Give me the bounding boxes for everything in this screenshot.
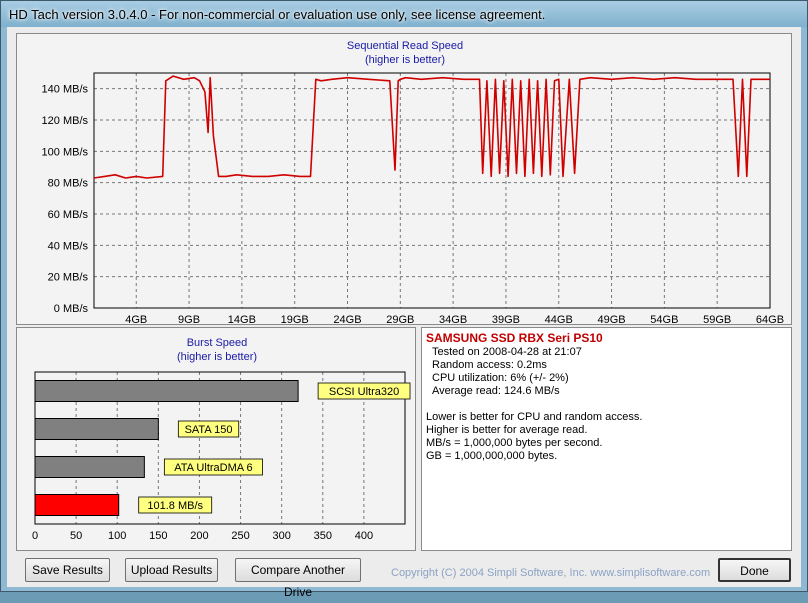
- sequential-read-chart: 0 MB/s 20 MB/s 40 MB/s 60 MB/s 80 MB/s 100 MB…: [42, 72, 784, 326]
- sequential-x-tick-label: 14GB: [228, 314, 256, 326]
- note-cpu-random: Lower is better for CPU and random acces…: [426, 411, 643, 423]
- save-results-button[interactable]: Save Results: [25, 558, 110, 582]
- sequential-x-tick-label: 9GB: [178, 314, 200, 326]
- upload-results-button[interactable]: Upload Results: [125, 558, 218, 582]
- burst-x-tick-label: 400: [355, 530, 373, 542]
- random-access-text: Random access: 0.2ms: [432, 359, 547, 371]
- sequential-x-tick-label: 34GB: [439, 314, 467, 326]
- burst-bar: [34, 456, 145, 478]
- drive-name: SAMSUNG SSD RBX Seri PS10: [426, 331, 603, 345]
- burst-x-tick-label: 200: [190, 530, 208, 542]
- sequential-x-tick-label: 59GB: [703, 314, 731, 326]
- sequential-y-tick-label: 60 MB/s: [48, 209, 89, 221]
- burst-x-tick-label: 50: [70, 530, 82, 542]
- burst-x-tick-label: 100: [108, 530, 126, 542]
- burst-x-tick-label: 0: [32, 530, 38, 542]
- sequential-x-tick-label: 29GB: [386, 314, 414, 326]
- cpu-utilization-text: CPU utilization: 6% (+/- 2%): [432, 372, 569, 384]
- sequential-x-tick-label: 39GB: [492, 314, 520, 326]
- sequential-plot-area: [94, 73, 770, 308]
- title-bar[interactable]: HD Tach version 3.0.4.0 - For non-commer…: [1, 1, 807, 27]
- sequential-x-tick-label: 54GB: [650, 314, 678, 326]
- burst-x-tick-label: 150: [149, 530, 167, 542]
- average-read-text: Average read: 124.6 MB/s: [432, 385, 560, 397]
- sequential-x-tick-label: 44GB: [545, 314, 573, 326]
- burst-x-tick-label: 300: [272, 530, 290, 542]
- note-average-read: Higher is better for average read.: [426, 424, 588, 436]
- sequential-x-tick-label: 19GB: [281, 314, 309, 326]
- sequential-y-tick-label: 0 MB/s: [54, 303, 89, 315]
- note-mbps-definition: MB/s = 1,000,000 bytes per second.: [426, 437, 603, 449]
- sequential-x-tick-label: 49GB: [597, 314, 625, 326]
- burst-bar: [34, 494, 120, 516]
- burst-bar: [34, 380, 299, 402]
- burst-bar: [34, 418, 159, 440]
- copyright-text[interactable]: Copyright (C) 2004 Simpli Software, Inc.…: [391, 567, 710, 579]
- app-window: HD Tach version 3.0.4.0 - For non-commer…: [0, 0, 808, 599]
- sequential-y-tick-label: 80 MB/s: [48, 178, 89, 190]
- sequential-x-tick-label: 24GB: [333, 314, 361, 326]
- sequential-y-tick-label: 40 MB/s: [48, 240, 89, 252]
- sequential-y-tick-label: 120 MB/s: [42, 115, 89, 127]
- burst-x-tick-label: 250: [231, 530, 249, 542]
- note-gb-definition: GB = 1,000,000,000 bytes.: [426, 450, 558, 462]
- burst-speed-panel: Burst Speed (higher is better) SCSI Ultr…: [16, 327, 416, 551]
- burst-x-tick-label: 350: [314, 530, 332, 542]
- burst-bar-label: ATA UltraDMA 6: [174, 462, 252, 474]
- window-title: HD Tach version 3.0.4.0 - For non-commer…: [9, 7, 546, 22]
- tested-on-text: Tested on 2008-04-28 at 21:07: [432, 346, 582, 358]
- client-area: Sequential Read Speed (higher is better)…: [7, 27, 801, 599]
- sequential-y-tick-label: 100 MB/s: [42, 146, 89, 158]
- done-button[interactable]: Done: [718, 558, 791, 582]
- sequential-y-tick-label: 20 MB/s: [48, 272, 89, 284]
- compare-another-drive-button[interactable]: Compare Another Drive: [235, 558, 361, 599]
- sequential-read-panel: Sequential Read Speed (higher is better)…: [16, 33, 792, 326]
- burst-speed-chart: SCSI Ultra320 SATA 150 ATA UltraDMA 6 101.8…: [32, 371, 411, 542]
- sequential-y-tick-label: 140 MB/s: [42, 84, 89, 96]
- burst-bar-label: SCSI Ultra320: [329, 386, 399, 398]
- results-info-panel: SAMSUNG SSD RBX Seri PS10 Tested on 2008…: [421, 327, 792, 551]
- burst-bar-label: 101.8 MB/s: [147, 500, 203, 512]
- burst-bar-label: SATA 150: [185, 424, 233, 436]
- sequential-x-tick-label: 4GB: [125, 314, 147, 326]
- sequential-x-tick-label: 64GB: [756, 314, 784, 326]
